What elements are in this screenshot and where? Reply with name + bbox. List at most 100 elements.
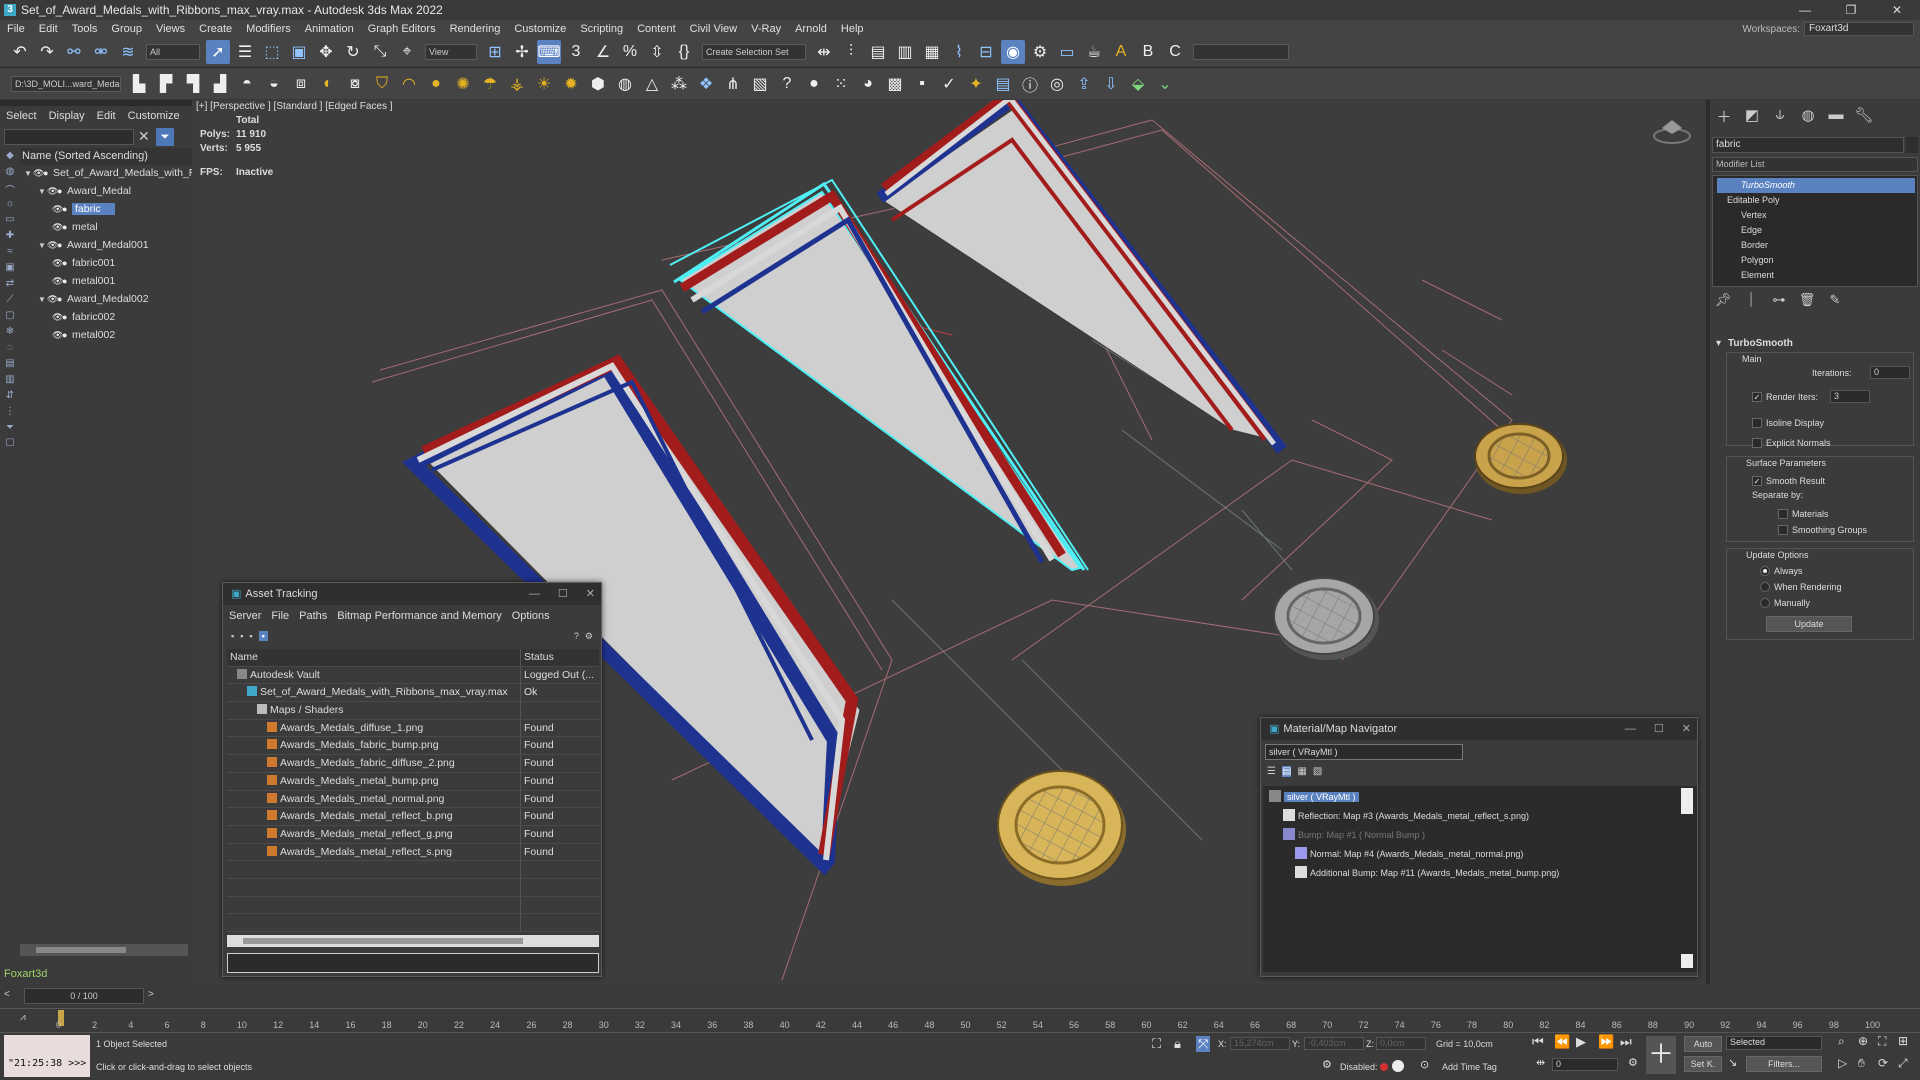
display-xrefs-icon[interactable]: ⇄ <box>2 278 18 292</box>
table-row[interactable]: Awards_Medals_metal_normal.png Found <box>227 790 599 809</box>
x-coordinate-field[interactable]: 15,274cm <box>1230 1037 1290 1050</box>
menu-v-ray[interactable]: V-Ray <box>744 20 788 38</box>
tab-select[interactable]: Select <box>0 110 43 122</box>
lock-selection-icon[interactable]: 🔒︎ <box>1174 1036 1181 1052</box>
render-production-icon[interactable]: ☕ <box>1082 40 1106 64</box>
motion-tab-icon[interactable]: ◍ <box>1798 106 1818 126</box>
display-containers-icon[interactable]: ▢ <box>2 310 18 324</box>
percent-snap-icon[interactable]: % <box>618 40 642 64</box>
display-children-icon[interactable]: ⋮ <box>2 406 18 420</box>
asset-table-hscrollbar[interactable] <box>227 935 599 947</box>
table-row[interactable]: Awards_Medals_fabric_bump.png Found <box>227 737 599 756</box>
vray-sphere-icon[interactable]: ◒ <box>262 72 286 96</box>
menu-arnold[interactable]: Arnold <box>788 20 834 38</box>
close-icon[interactable]: ✕ <box>586 583 595 605</box>
key-mode-icon[interactable]: ⇹ <box>1536 1056 1545 1069</box>
visibility-eye-icon[interactable]: 👁︎ <box>52 327 63 344</box>
vray-plane-icon[interactable]: ⧇ <box>343 72 367 96</box>
expand-toolbar-icon[interactable]: ⌄ <box>1153 72 1177 96</box>
zoom-icon[interactable]: ⌕ <box>1838 1034 1845 1049</box>
display-tab-icon[interactable]: ▬ <box>1826 106 1846 126</box>
render-iters-checkbox[interactable]: ✓ <box>1752 392 1762 402</box>
maximize-viewport-icon[interactable]: ⤢ <box>1898 1056 1908 1071</box>
clear-search-icon[interactable]: ✕ <box>138 128 150 145</box>
adaptive-degradation-icon[interactable] <box>1380 1063 1388 1071</box>
redo-icon[interactable]: ↷ <box>35 40 59 64</box>
arnold-light-icon[interactable]: ⛉ <box>370 72 394 96</box>
material-library-icon[interactable]: ⁙ <box>829 72 853 96</box>
display-geometry-icon[interactable]: ◍ <box>2 166 18 180</box>
make-unique-icon[interactable]: ⊶ <box>1770 292 1788 310</box>
link-icon[interactable]: ⚯ <box>62 40 86 64</box>
visibility-eye-icon[interactable]: 👁︎ <box>33 165 44 182</box>
maxscript-listener[interactable]: "21:25:38 >>> <box>4 1035 90 1077</box>
visibility-eye-icon[interactable]: 👁︎ <box>47 237 58 254</box>
play-icon[interactable]: ▶ <box>1576 1034 1586 1050</box>
table-row[interactable]: Awards_Medals_metal_reflect_g.png Found <box>227 825 599 844</box>
select-by-name-icon[interactable]: ☰ <box>233 40 257 64</box>
close-icon[interactable]: ✕ <box>1682 718 1691 740</box>
texture-icon[interactable]: ▪ <box>910 72 934 96</box>
asset-menu-item[interactable]: Bitmap Performance and Memory <box>337 610 501 622</box>
vray-proxy-icon[interactable]: ⧈ <box>289 72 313 96</box>
render-iters-spinner[interactable]: 3 <box>1830 390 1870 403</box>
asset-tracking-titlebar[interactable]: ▣ Asset Tracking — ☐ ✕ <box>223 583 601 605</box>
tab-customize[interactable]: Customize <box>122 110 186 122</box>
curve-editor-mini-icon[interactable]: ⩘ <box>20 1012 26 1023</box>
scene-list-header[interactable]: Name (Sorted Ascending) <box>20 148 192 165</box>
z-coordinate-field[interactable]: 0,0cm <box>1376 1037 1426 1050</box>
isoline-checkbox[interactable] <box>1752 418 1762 428</box>
menu-help[interactable]: Help <box>834 20 871 38</box>
display-none-icon[interactable]: ▥ <box>2 374 18 388</box>
col-name-header[interactable]: Name <box>227 649 521 666</box>
isolate-selection-icon[interactable]: ⛶ <box>1152 1036 1161 1052</box>
go-to-start-icon[interactable]: ⏮ <box>1532 1034 1544 1050</box>
time-config-icon[interactable]: ⚙ <box>1628 1056 1638 1069</box>
sky-icon[interactable]: ✹ <box>559 72 583 96</box>
pin-stack-icon[interactable]: 📌︎ <box>1714 292 1732 310</box>
window-crossing-icon[interactable]: ▣ <box>287 40 311 64</box>
grass-icon[interactable]: ⋔ <box>721 72 745 96</box>
invert-display-icon[interactable]: ⇵ <box>2 390 18 404</box>
view-small-icons-icon[interactable]: ▦ <box>1297 766 1306 777</box>
display-shapes-icon[interactable]: ⌒ <box>2 182 18 197</box>
toggle-scene-explorer-icon[interactable]: ▤ <box>866 40 890 64</box>
iterations-spinner[interactable]: 0 <box>1870 366 1910 379</box>
asset-path-field[interactable] <box>227 953 599 973</box>
menu-civil-view[interactable]: Civil View <box>683 20 744 38</box>
maximize-icon[interactable]: ☐ <box>558 583 568 605</box>
expand-arrow-icon[interactable]: ▼ <box>38 237 47 254</box>
orbit-icon[interactable]: ⟳ <box>1878 1056 1888 1070</box>
material-tree-item[interactable]: Additional Bump: Map #11 (Awards_Medals_… <box>1295 866 1559 881</box>
scene-tree-item[interactable]: ▼👁︎● Award_Medal <box>20 183 192 200</box>
prev-key-icon[interactable]: ⏪ <box>1554 1034 1570 1050</box>
set-key-button[interactable]: Set K. <box>1684 1056 1722 1072</box>
col-status-header[interactable]: Status <box>521 649 599 666</box>
show-end-result-icon[interactable]: ⏐ <box>1742 292 1760 310</box>
current-frame-field[interactable]: 0 <box>1552 1058 1618 1071</box>
filter-funnel-icon[interactable]: ⏷ <box>2 422 18 436</box>
object-name-field[interactable]: fabric <box>1712 137 1904 153</box>
view-large-icons-icon[interactable]: ▧ <box>1313 766 1322 777</box>
named-selection-dropdown[interactable]: Create Selection Set <box>702 44 806 60</box>
table-row[interactable]: Set_of_Award_Medals_with_Ribbons_max_vra… <box>227 684 599 703</box>
schematic-view-icon[interactable]: ⊟ <box>974 40 998 64</box>
arnold-photometric-icon[interactable]: ⚶ <box>505 72 529 96</box>
modifier-stack-item[interactable]: Editable Poly <box>1717 193 1915 208</box>
key-filters-button[interactable]: Filters... <box>1746 1056 1822 1072</box>
scene-tree-item[interactable]: ▼👁︎● Award_Medal002 <box>20 291 192 308</box>
vray-ambient-icon[interactable]: ▜ <box>181 72 205 96</box>
update-button[interactable]: Update <box>1766 616 1852 632</box>
viewport-label[interactable]: [+] [Perspective ] [Standard ] [Edged Fa… <box>196 101 393 112</box>
visibility-eye-icon[interactable]: 👁︎ <box>52 309 63 326</box>
scene-tree-item[interactable]: 👁︎● metal001 <box>20 273 192 290</box>
export-icon[interactable]: ⇪ <box>1072 72 1096 96</box>
modifier-stack-item[interactable]: Element <box>1717 268 1915 283</box>
menu-modifiers[interactable]: Modifiers <box>239 20 298 38</box>
sphere-icon[interactable]: ◍ <box>613 72 637 96</box>
zoom-extents-all-icon[interactable]: ⊞ <box>1898 1034 1908 1048</box>
material-ball-icon[interactable]: ● <box>802 72 826 96</box>
create-tab-icon[interactable]: ＋ <box>1714 106 1734 126</box>
toggle-layer-explorer-icon[interactable]: ▥ <box>893 40 917 64</box>
help-icon[interactable]: ? <box>775 72 799 96</box>
